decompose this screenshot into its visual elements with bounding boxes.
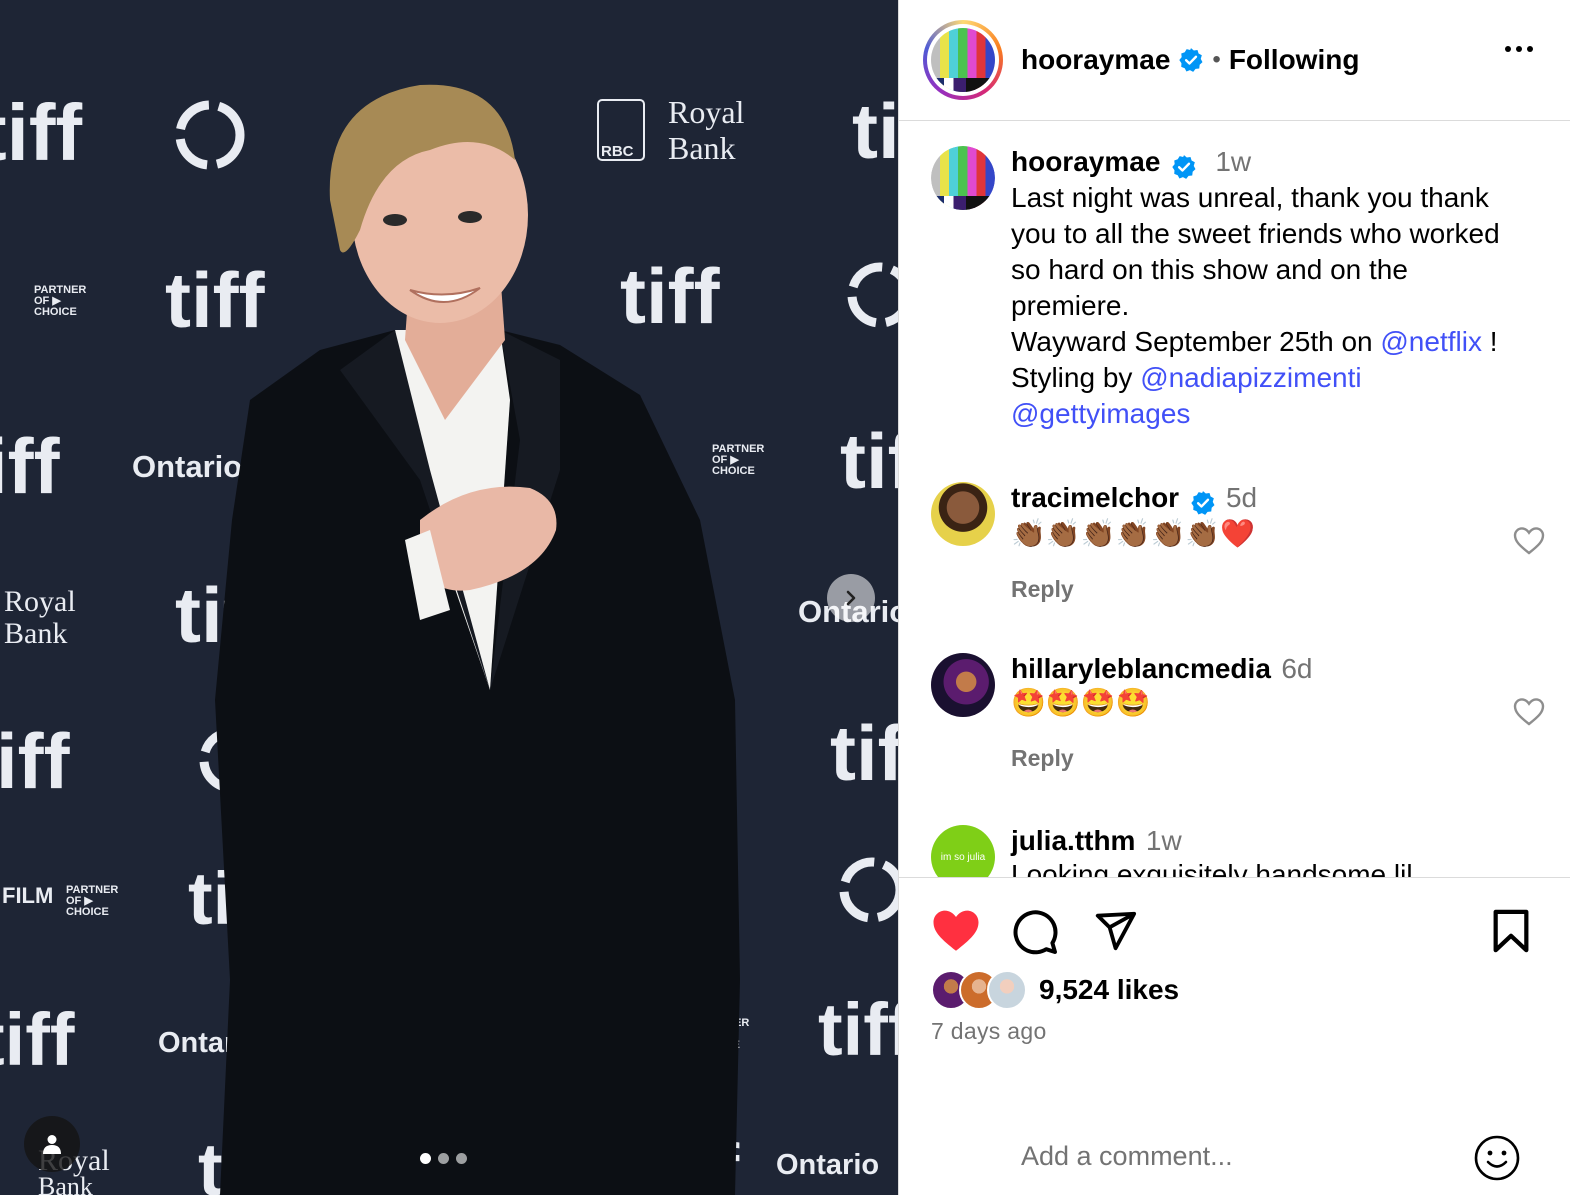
post-header: hooraymae • Following <box>899 0 1570 121</box>
post-details-panel: hooraymae • Following hooraymae 1w Last … <box>898 0 1570 1195</box>
share-icon[interactable] <box>1091 908 1139 954</box>
comment-text: Looking exquisitely handsome lil <box>1011 859 1413 877</box>
separator-dot: • <box>1212 46 1221 73</box>
svg-text:CHOICE: CHOICE <box>34 306 77 318</box>
tagged-users-button[interactable] <box>24 1116 80 1172</box>
comment-avatar[interactable]: im so julia <box>931 825 995 877</box>
backdrop-bank-3: Bank <box>38 1172 93 1195</box>
verified-badge-icon <box>1190 490 1215 515</box>
comment-username[interactable]: julia.tthm <box>1011 825 1135 856</box>
backdrop-tiff-13: tiff <box>852 87 898 175</box>
liker-avatar <box>987 970 1027 1010</box>
reply-button[interactable]: Reply <box>1011 576 1531 603</box>
chevron-right-icon <box>846 590 856 606</box>
svg-text:RBC: RBC <box>601 143 634 160</box>
backdrop-tiff-3: tiff <box>620 252 721 340</box>
following-button[interactable]: Following <box>1229 44 1360 76</box>
backdrop-tiff-10: tiff <box>0 998 75 1081</box>
caption-time[interactable]: 1w <box>1215 146 1251 177</box>
backdrop-film: FILM <box>2 883 53 908</box>
comment-item: im so julia julia.tthm 1w Looking exquis… <box>931 825 1551 877</box>
backdrop-bank-1: Bank <box>668 130 736 166</box>
comment-text: 🤩🤩🤩🤩 <box>1011 687 1151 718</box>
backdrop-tiff-4: tiff <box>0 422 61 510</box>
media-photo: tiff tiff tiff tiff tiff tiff tiff tiff … <box>0 0 898 1195</box>
heart-filled-icon[interactable] <box>931 908 981 954</box>
backdrop-royal-1: Royal <box>668 94 745 130</box>
comment-item: tracimelchor 5d 👏🏾👏🏾👏🏾👏🏾👏🏾👏🏾❤️ Reply <box>931 482 1551 622</box>
author-username[interactable]: hooraymae <box>1021 44 1170 76</box>
verified-badge-icon <box>1179 48 1203 72</box>
backdrop-bank-2: Bank <box>4 617 67 650</box>
carousel-dot <box>456 1153 467 1164</box>
backdrop-tiff-1: tiff <box>0 88 83 177</box>
comment-avatar[interactable] <box>931 653 995 717</box>
carousel-dot <box>438 1153 449 1164</box>
comment-input[interactable] <box>1021 1136 1461 1176</box>
backdrop-tiff-5: tiff <box>840 417 898 505</box>
caption-line: Styling by @nadiapizzimenti <box>1011 361 1362 393</box>
story-ring[interactable] <box>923 20 1003 100</box>
backdrop-tiff-7: tiff <box>0 717 71 805</box>
caption-username[interactable]: hooraymae <box>1011 146 1160 177</box>
comment-username[interactable]: hillaryleblancmedia <box>1011 653 1271 684</box>
likes-count[interactable]: 9,524 likes <box>1039 974 1179 1006</box>
post-media[interactable]: tiff tiff tiff tiff tiff tiff tiff tiff … <box>0 0 898 1195</box>
backdrop-tiff-8: tiff <box>830 709 898 797</box>
mention-link[interactable]: @gettyimages <box>1011 398 1190 429</box>
comment-icon[interactable] <box>1011 908 1059 956</box>
backdrop-ontario-4: Ontario <box>776 1149 879 1181</box>
carousel-dot-active <box>420 1153 431 1164</box>
emoji-icon[interactable] <box>1473 1134 1521 1182</box>
likes-row[interactable]: 9,524 likes <box>931 970 1179 1010</box>
post-date[interactable]: 7 days ago <box>931 1018 1047 1045</box>
comment-time[interactable]: 5d <box>1226 482 1257 513</box>
add-comment-bar <box>899 1098 1570 1195</box>
reply-button[interactable]: Reply <box>1011 745 1531 772</box>
backdrop-tiff-2: tiff <box>165 256 266 344</box>
comment-time[interactable]: 6d <box>1281 653 1312 684</box>
comment-username[interactable]: tracimelchor <box>1011 482 1179 513</box>
mention-link[interactable]: @nadiapizzimenti <box>1140 362 1361 393</box>
backdrop-royal-2: Royal <box>4 585 76 618</box>
caption-text: Last night was unreal, thank you thank y… <box>1011 180 1531 432</box>
backdrop-tiff-11: tiff <box>818 988 898 1071</box>
heart-outline-icon[interactable] <box>1513 526 1545 556</box>
comments-list[interactable]: hooraymae 1w Last night was unreal, than… <box>899 122 1570 877</box>
caption-line: @gettyimages <box>1011 396 1531 432</box>
user-icon <box>43 1135 61 1154</box>
more-horizontal-icon <box>1505 46 1511 52</box>
comment-item: hillaryleblancmedia 6d 🤩🤩🤩🤩 Reply <box>931 653 1551 793</box>
comment-text: 👏🏾👏🏾👏🏾👏🏾👏🏾👏🏾❤️ <box>1011 517 1256 549</box>
verified-badge-icon <box>1172 154 1196 179</box>
more-options-button[interactable] <box>1505 46 1533 52</box>
comment-time[interactable]: 1w <box>1146 825 1182 856</box>
caption-avatar[interactable] <box>931 146 995 210</box>
post-actions: 9,524 likes 7 days ago <box>899 877 1570 1195</box>
svg-text:CHOICE: CHOICE <box>66 906 109 918</box>
carousel-indicator <box>420 1153 467 1164</box>
comment-avatar[interactable] <box>931 482 995 546</box>
caption-line: Last night was unreal, thank you thank y… <box>1011 181 1500 321</box>
svg-text:CHOICE: CHOICE <box>712 465 755 477</box>
bookmark-icon[interactable] <box>1491 908 1531 954</box>
heart-outline-icon[interactable] <box>1513 697 1545 727</box>
avatar <box>931 28 995 92</box>
carousel-next-button[interactable] <box>827 574 875 622</box>
mention-link[interactable]: @netflix <box>1380 326 1482 357</box>
caption-line: Wayward September 25th on @netflix ! <box>1011 325 1498 357</box>
backdrop-ontario-1: Ontario <box>132 449 242 484</box>
